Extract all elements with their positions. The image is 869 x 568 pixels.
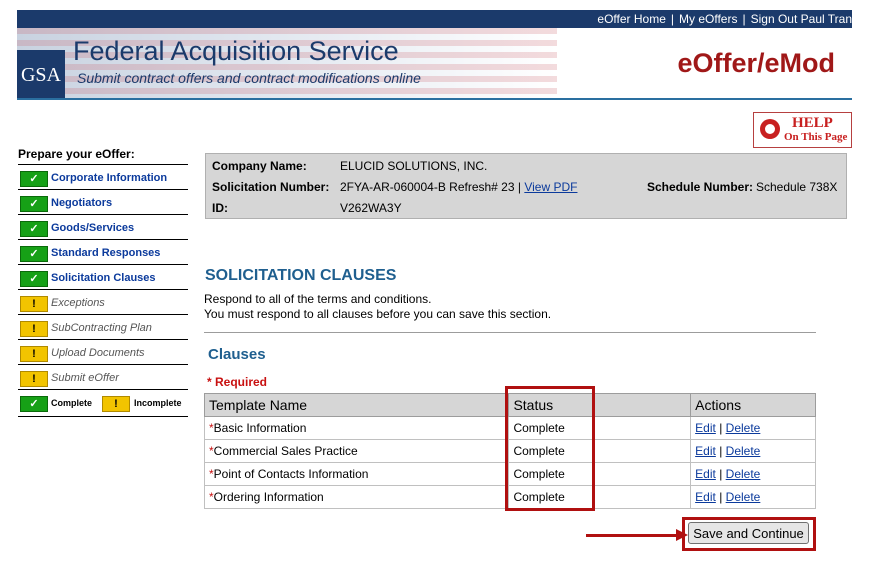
id-value: V262WA3Y bbox=[340, 201, 402, 215]
help-sublabel: On This Page bbox=[784, 131, 848, 143]
page-title: SOLICITATION CLAUSES bbox=[205, 267, 397, 284]
actions-cell: Edit | Delete bbox=[690, 439, 816, 463]
sidebar-item-goods-services[interactable]: ✓ Goods/Services bbox=[18, 215, 188, 240]
sidebar-item-label: Solicitation Clauses bbox=[51, 272, 156, 284]
agency-title: Federal Acquisition Service bbox=[73, 36, 399, 66]
sign-out-link[interactable]: Sign Out Paul Tran bbox=[751, 12, 852, 26]
warning-icon: ! bbox=[20, 296, 48, 312]
view-pdf-link[interactable]: View PDF bbox=[524, 180, 577, 194]
column-header-template-name: Template Name bbox=[203, 393, 510, 417]
nav-separator: | bbox=[670, 12, 675, 26]
schedule-number-label: Schedule Number: bbox=[647, 180, 754, 194]
sidebar-item-submit-eoffer[interactable]: ! Submit eOffer bbox=[18, 365, 188, 390]
solicitation-number-value: 2FYA-AR-060004-B Refresh# 23 | View PDF bbox=[340, 180, 577, 194]
sidebar-heading: Prepare your eOffer: bbox=[18, 147, 188, 165]
solicitation-number-text: 2FYA-AR-060004-B Refresh# 23 | bbox=[340, 180, 521, 194]
site-banner: GSA Federal Acquisition Service Submit c… bbox=[17, 28, 852, 98]
life-preserver-icon bbox=[760, 119, 780, 139]
required-note: * Required bbox=[207, 375, 268, 389]
agency-subtitle: Submit contract offers and contract modi… bbox=[77, 70, 421, 86]
app-title: eOffer/eMod bbox=[677, 48, 835, 78]
section-divider bbox=[204, 332, 816, 333]
delete-link[interactable]: Delete bbox=[726, 421, 761, 435]
top-nav-bar: eOffer Home | My eOffers | Sign Out Paul Tra… bbox=[17, 10, 852, 28]
arrow-right-icon bbox=[586, 529, 688, 541]
delete-link[interactable]: Delete bbox=[726, 444, 761, 458]
check-icon: ✓ bbox=[20, 221, 48, 237]
gsa-logo: GSA bbox=[17, 50, 65, 98]
sidebar-item-subcontracting-plan[interactable]: ! SubContracting Plan bbox=[18, 315, 188, 340]
edit-link[interactable]: Edit bbox=[695, 444, 716, 458]
action-separator: | bbox=[719, 444, 723, 458]
help-label: HELP bbox=[792, 115, 833, 131]
sidebar-item-label: Corporate Information bbox=[51, 172, 168, 184]
actions-cell: Edit | Delete bbox=[690, 416, 816, 440]
action-separator: | bbox=[719, 467, 723, 481]
warning-icon: ! bbox=[20, 371, 48, 387]
progress-sidebar: Prepare your eOffer: ✓ Corporate Informa… bbox=[18, 147, 188, 417]
check-icon: ✓ bbox=[20, 171, 48, 187]
section-description: Respond to all of the terms and conditio… bbox=[204, 292, 551, 322]
sidebar-item-label: Negotiators bbox=[51, 197, 113, 209]
sidebar-item-standard-responses[interactable]: ✓ Standard Responses bbox=[18, 240, 188, 265]
warning-icon: ! bbox=[102, 396, 130, 412]
legend-incomplete-label: Incomplete bbox=[134, 398, 182, 408]
template-name: Point of Contacts Information bbox=[213, 467, 369, 481]
sidebar-item-label: Submit eOffer bbox=[51, 372, 119, 384]
template-name-cell: *Basic Information bbox=[203, 416, 510, 440]
company-name-label: Company Name: bbox=[212, 159, 307, 173]
action-separator: | bbox=[719, 421, 723, 435]
template-name: Commercial Sales Practice bbox=[213, 444, 358, 458]
help-on-this-page-button[interactable]: HELP On This Page bbox=[753, 112, 852, 148]
template-name-cell: *Commercial Sales Practice bbox=[203, 439, 510, 463]
sidebar-item-label: Exceptions bbox=[51, 297, 105, 309]
template-name-cell: *Point of Contacts Information bbox=[203, 462, 510, 486]
check-icon: ✓ bbox=[20, 396, 48, 412]
clauses-heading: Clauses bbox=[208, 346, 266, 363]
template-name: Basic Information bbox=[213, 421, 307, 435]
nav-separator: | bbox=[742, 12, 746, 26]
solicitation-number-label: Solicitation Number: bbox=[212, 180, 330, 194]
section-description-line: Respond to all of the terms and conditio… bbox=[204, 292, 432, 306]
check-icon: ✓ bbox=[20, 196, 48, 212]
banner-divider bbox=[17, 98, 852, 100]
template-name-cell: *Ordering Information bbox=[203, 485, 510, 509]
id-label: ID: bbox=[212, 201, 228, 215]
sidebar-item-corporate-information[interactable]: ✓ Corporate Information bbox=[18, 165, 188, 190]
actions-cell: Edit | Delete bbox=[690, 485, 816, 509]
column-header-actions: Actions bbox=[690, 393, 816, 417]
edit-link[interactable]: Edit bbox=[695, 490, 716, 504]
status-legend: ✓ Complete ! Incomplete bbox=[18, 390, 188, 417]
delete-link[interactable]: Delete bbox=[726, 490, 761, 504]
edit-link[interactable]: Edit bbox=[695, 421, 716, 435]
my-eoffers-link[interactable]: My eOffers bbox=[679, 12, 737, 26]
warning-icon: ! bbox=[20, 321, 48, 337]
warning-icon: ! bbox=[20, 346, 48, 362]
check-icon: ✓ bbox=[20, 246, 48, 262]
sidebar-item-label: Upload Documents bbox=[51, 347, 145, 359]
sidebar-item-solicitation-clauses[interactable]: ✓ Solicitation Clauses bbox=[18, 265, 188, 290]
sidebar-item-upload-documents[interactable]: ! Upload Documents bbox=[18, 340, 188, 365]
eoffer-home-link[interactable]: eOffer Home bbox=[597, 12, 665, 26]
sidebar-item-label: SubContracting Plan bbox=[51, 322, 152, 334]
save-and-continue-button[interactable]: Save and Continue bbox=[688, 522, 809, 544]
sidebar-item-exceptions[interactable]: ! Exceptions bbox=[18, 290, 188, 315]
legend-complete-label: Complete bbox=[51, 398, 93, 408]
offer-info-box: Company Name: ELUCID SOLUTIONS, INC. Sol… bbox=[205, 153, 847, 219]
sidebar-item-negotiators[interactable]: ✓ Negotiators bbox=[18, 190, 188, 215]
action-separator: | bbox=[719, 490, 723, 504]
status-column-highlight bbox=[505, 386, 595, 511]
edit-link[interactable]: Edit bbox=[695, 467, 716, 481]
template-name: Ordering Information bbox=[213, 490, 324, 504]
check-icon: ✓ bbox=[20, 271, 48, 287]
top-nav-links: eOffer Home | My eOffers | Sign Out Paul Tra… bbox=[597, 12, 852, 26]
actions-cell: Edit | Delete bbox=[690, 462, 816, 486]
section-description-line: You must respond to all clauses before y… bbox=[204, 307, 552, 321]
company-name-value: ELUCID SOLUTIONS, INC. bbox=[340, 159, 488, 173]
schedule-number-value: Schedule 738X bbox=[756, 180, 838, 194]
delete-link[interactable]: Delete bbox=[726, 467, 761, 481]
sidebar-item-label: Standard Responses bbox=[51, 247, 161, 259]
sidebar-item-label: Goods/Services bbox=[51, 222, 135, 234]
